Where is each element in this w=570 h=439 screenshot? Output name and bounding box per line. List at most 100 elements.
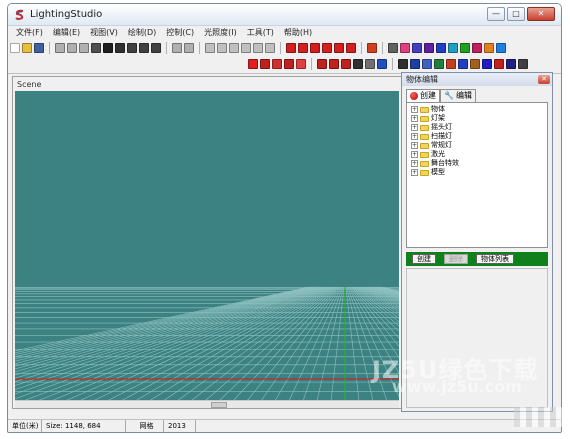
tree-item[interactable]: + 激光 — [411, 150, 543, 159]
rotate-y-icon[interactable] — [67, 43, 77, 53]
create-button[interactable]: 创建 — [412, 254, 436, 264]
grid-view-icon[interactable] — [286, 43, 296, 53]
cube-front-icon[interactable] — [298, 43, 308, 53]
tree-item[interactable]: + 常规灯 — [411, 141, 543, 150]
pointer-icon[interactable] — [103, 43, 113, 53]
pen-icon[interactable] — [412, 43, 422, 53]
doc-icon[interactable] — [365, 59, 375, 69]
menu-item-7[interactable]: 帮助(H) — [284, 26, 312, 40]
minimize-button[interactable]: — — [487, 7, 505, 21]
expand-icon[interactable]: + — [411, 133, 418, 140]
ruler-icon[interactable] — [482, 59, 492, 69]
expand-icon[interactable]: + — [411, 160, 418, 167]
camera-icon[interactable] — [127, 43, 137, 53]
menu-item-2[interactable]: 视图(V) — [90, 26, 118, 40]
move-icon[interactable] — [91, 43, 101, 53]
object-tree: + 物体 + 灯架 + 摇头灯 + 扫描灯 + 常规灯 + 激光 + 舞台特效 + 模型 — [406, 102, 548, 248]
tree-item[interactable]: + 舞台特效 — [411, 159, 543, 168]
beam-icon[interactable] — [272, 59, 282, 69]
menu-item-4[interactable]: 控制(C) — [166, 26, 194, 40]
cube-top-icon[interactable] — [322, 43, 332, 53]
rotate-z-icon[interactable] — [79, 43, 89, 53]
grid-blue-icon[interactable] — [422, 59, 432, 69]
fixture-icon[interactable] — [470, 59, 480, 69]
expand-icon[interactable]: + — [411, 169, 418, 176]
color-icon[interactable] — [496, 43, 506, 53]
close-button[interactable]: ✕ — [527, 7, 555, 21]
save-icon[interactable] — [34, 43, 44, 53]
open-icon[interactable] — [22, 43, 32, 53]
expand-icon[interactable]: + — [411, 106, 418, 113]
lamp-icon[interactable] — [518, 59, 528, 69]
text-icon[interactable] — [377, 59, 387, 69]
expand-icon[interactable]: + — [411, 142, 418, 149]
maximize-button[interactable]: □ — [507, 7, 525, 21]
tree-item[interactable]: + 灯架 — [411, 114, 543, 123]
tree-item[interactable]: + 摇头灯 — [411, 123, 543, 132]
delete-button[interactable]: 删除 — [444, 254, 468, 264]
scrollbar-thumb[interactable] — [211, 402, 227, 408]
status-grid: 网格 — [126, 420, 164, 432]
tab-create[interactable]: 创建 — [406, 89, 440, 102]
stage-icon[interactable] — [506, 59, 516, 69]
bars-icon[interactable] — [424, 43, 434, 53]
scene-viewport[interactable] — [15, 91, 399, 401]
redo-icon[interactable] — [184, 43, 194, 53]
menu-item-0[interactable]: 文件(F) — [16, 26, 43, 40]
arc-icon[interactable] — [151, 43, 161, 53]
pillar-icon[interactable] — [265, 43, 275, 53]
new-icon[interactable] — [10, 43, 20, 53]
undo-icon[interactable] — [172, 43, 182, 53]
tab-edit[interactable]: 🔧 编辑 — [440, 89, 476, 102]
line-tools-icon[interactable] — [398, 59, 408, 69]
monitor-icon[interactable] — [460, 43, 470, 53]
expand-icon[interactable]: + — [411, 115, 418, 122]
cube-multi-icon[interactable] — [367, 43, 377, 53]
palette-icon[interactable] — [448, 43, 458, 53]
menu-item-3[interactable]: 绘制(D) — [128, 26, 156, 40]
expand-icon[interactable]: + — [411, 124, 418, 131]
grid-line — [36, 286, 326, 401]
pan-icon[interactable] — [115, 43, 125, 53]
circle-icon[interactable] — [253, 43, 263, 53]
flag-red-icon[interactable] — [329, 59, 339, 69]
folder-icon — [420, 151, 429, 158]
box-red-icon[interactable] — [317, 59, 327, 69]
arrows-down-icon[interactable] — [410, 59, 420, 69]
menu-item-6[interactable]: 工具(T) — [247, 26, 274, 40]
menu-item-5[interactable]: 光照度(I) — [204, 26, 237, 40]
grid-snap-icon[interactable] — [217, 43, 227, 53]
tree-item[interactable]: + 物体 — [411, 105, 543, 114]
tree-item[interactable]: + 模型 — [411, 168, 543, 177]
cylinder-icon[interactable] — [284, 59, 294, 69]
snap-icon[interactable] — [205, 43, 215, 53]
curve-icon[interactable] — [241, 43, 251, 53]
sphere-icon[interactable] — [248, 59, 258, 69]
cube-persp-icon[interactable] — [334, 43, 344, 53]
cube-side-icon[interactable] — [310, 43, 320, 53]
color-wheel-icon[interactable] — [400, 43, 410, 53]
sphere-multi-icon[interactable] — [434, 59, 444, 69]
tree-item[interactable]: + 扫描灯 — [411, 132, 543, 141]
panel-close-button[interactable]: ✕ — [538, 75, 550, 84]
angle-icon[interactable] — [229, 43, 239, 53]
rainbow-icon[interactable] — [472, 43, 482, 53]
grid-color-icon[interactable] — [436, 43, 446, 53]
object-list-button[interactable]: 物体列表 — [476, 254, 514, 264]
zoom-icon[interactable] — [139, 43, 149, 53]
wave-icon[interactable] — [494, 59, 504, 69]
expand-icon[interactable]: + — [411, 151, 418, 158]
horizontal-scrollbar[interactable] — [15, 400, 399, 408]
square-icon[interactable] — [353, 59, 363, 69]
tab-edit-label: 编辑 — [455, 91, 472, 100]
color-grid-icon[interactable] — [446, 59, 456, 69]
flag-icon[interactable] — [484, 43, 494, 53]
menu-item-1[interactable]: 编辑(E) — [53, 26, 80, 40]
rotate-x-icon[interactable] — [55, 43, 65, 53]
spot-red-icon[interactable] — [260, 59, 270, 69]
m-icon[interactable] — [341, 59, 351, 69]
tools-icon[interactable] — [388, 43, 398, 53]
cube-iso-icon[interactable] — [346, 43, 356, 53]
bars-blue-icon[interactable] — [458, 59, 468, 69]
cone-icon[interactable] — [296, 59, 306, 69]
